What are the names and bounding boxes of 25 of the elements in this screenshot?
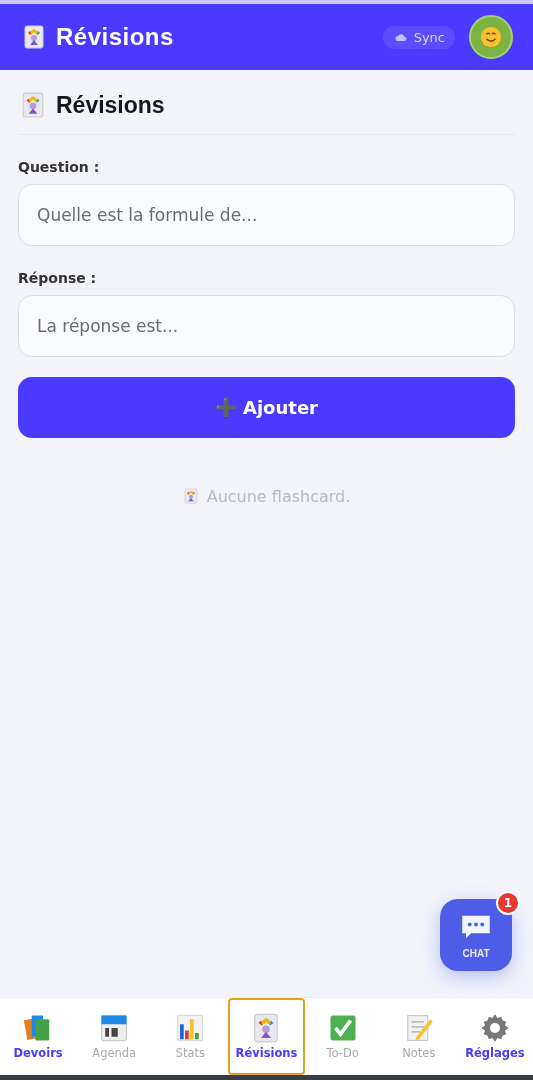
sync-button[interactable]: Sync xyxy=(382,25,455,49)
nav-tab[interactable]: Notes xyxy=(380,998,457,1075)
add-button[interactable]: ➕ Ajouter xyxy=(18,377,515,438)
calendar-icon xyxy=(99,1013,130,1043)
avatar[interactable] xyxy=(469,15,513,59)
notification-badge: 1 xyxy=(496,891,520,915)
field-label: Question : xyxy=(18,159,101,175)
nav-tab[interactable]: Stats xyxy=(152,998,229,1075)
page-title: Révisions xyxy=(56,91,165,119)
field-label: Réponse : xyxy=(18,270,98,286)
input-field[interactable]: La réponse est... xyxy=(18,295,515,357)
nav-tab[interactable]: Devoirs xyxy=(0,998,77,1075)
app-title: Révisions xyxy=(56,23,175,51)
nav-tab[interactable]: Réglages xyxy=(456,998,533,1075)
jester-card-icon xyxy=(182,486,199,506)
cloud-icon xyxy=(392,31,409,43)
nav-tab[interactable]: To-Do xyxy=(304,998,381,1075)
empty-message: Aucune flashcard. xyxy=(206,486,351,506)
bar-chart-icon xyxy=(175,1013,206,1043)
nav-tab[interactable]: Agenda xyxy=(76,998,153,1075)
gear-icon xyxy=(479,1013,510,1043)
jester-card-icon xyxy=(20,90,46,120)
smiley-icon xyxy=(480,26,502,48)
jester-card-icon xyxy=(22,24,46,50)
input-field[interactable]: Quelle est la formule de... xyxy=(18,184,515,246)
